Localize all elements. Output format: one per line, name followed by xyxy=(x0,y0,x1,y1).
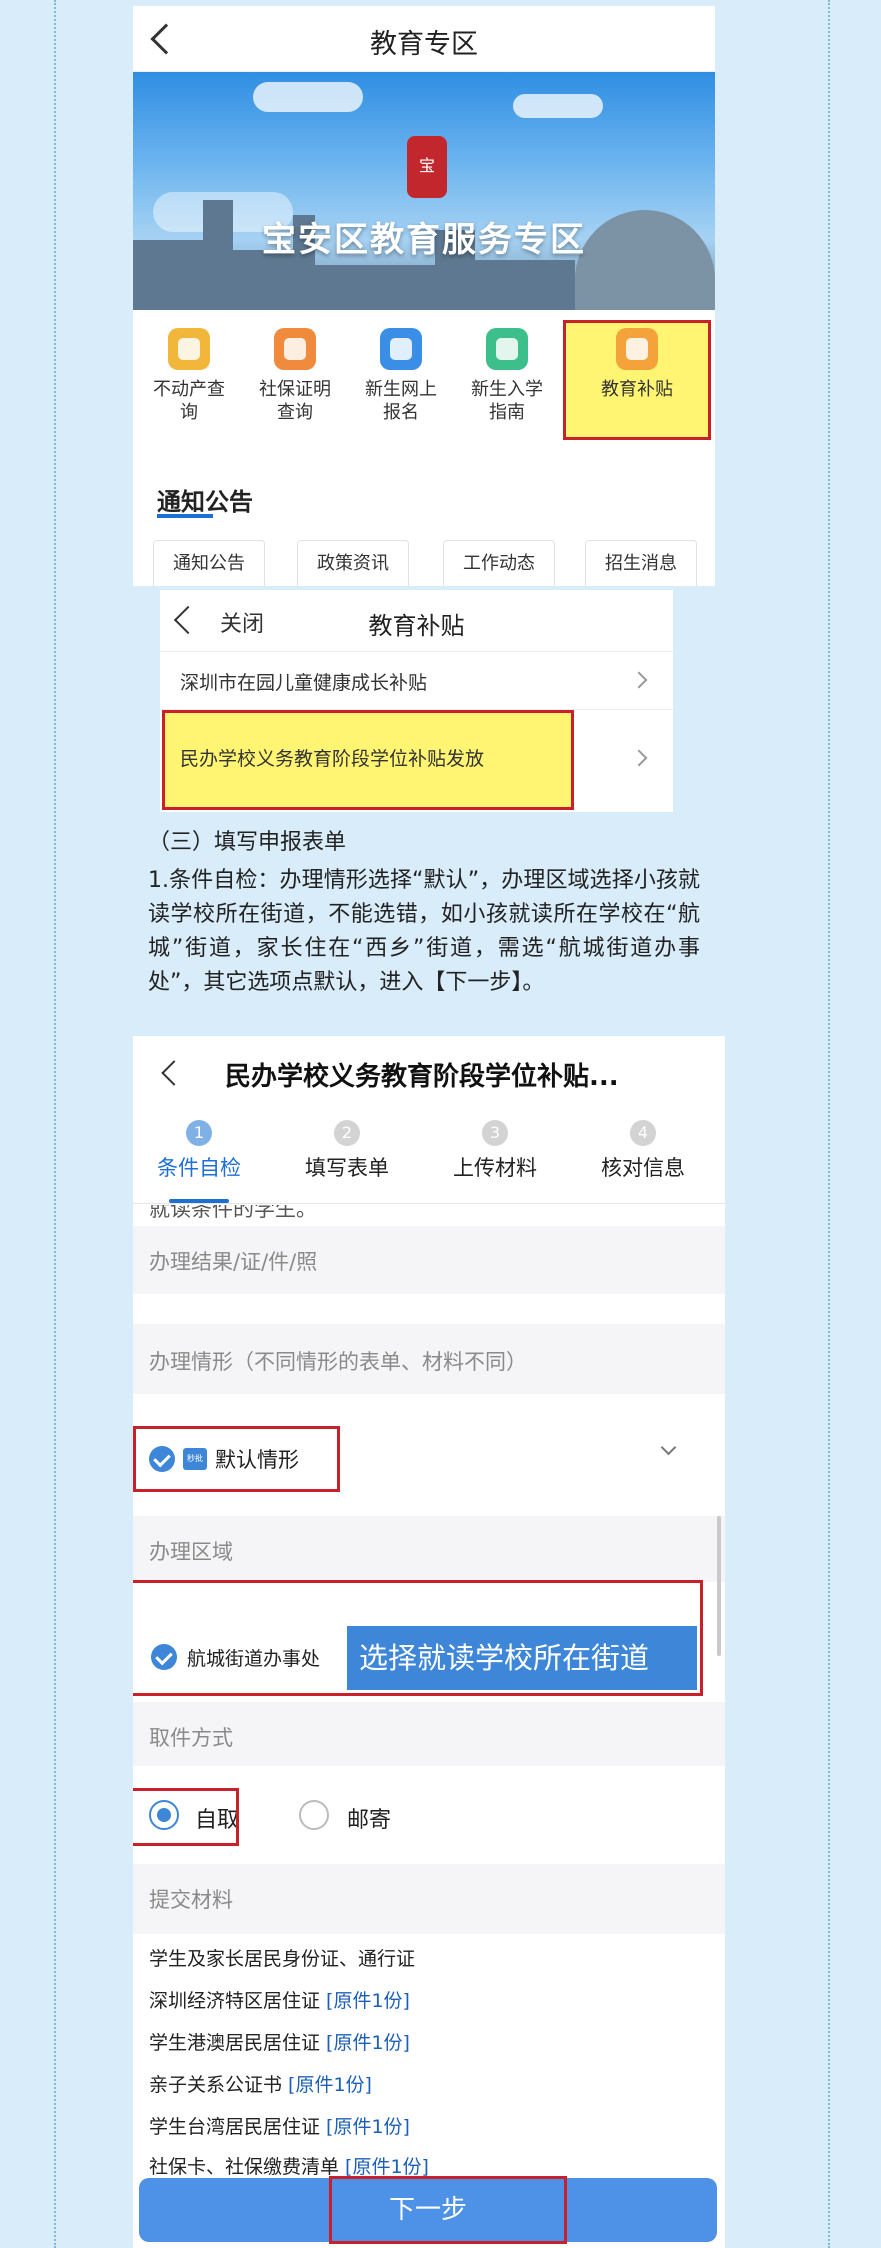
step-self-check[interactable]: 1 条件自检 xyxy=(133,1120,269,1182)
step-label: 填写表单 xyxy=(305,1156,389,1180)
area-label: 办理区域 xyxy=(149,1540,233,1564)
shortcut-label: 不动产查询 xyxy=(153,379,225,423)
highlight-box xyxy=(133,1788,239,1846)
step-number: 1 xyxy=(186,1120,212,1146)
page-title: 教育专区 xyxy=(370,29,478,60)
clipboard-icon xyxy=(486,328,528,370)
highlight-box xyxy=(133,1426,340,1492)
shortcut-enrollment-guide[interactable]: 新生入学 指南 xyxy=(457,328,557,424)
tab-work-news[interactable]: 工作动态 xyxy=(443,540,555,586)
back-icon[interactable] xyxy=(161,1060,187,1086)
notice-heading: 通知公告 xyxy=(157,488,253,516)
option-mail-label: 邮寄 xyxy=(347,1808,392,1833)
house-icon xyxy=(168,328,210,370)
clipped-text-row: 就读条件的学生。 xyxy=(133,1205,725,1223)
shortcut-social-security[interactable]: 社保证明 查询 xyxy=(245,328,345,424)
list-item-label: 民办学校义务教育阶段学位补贴发放 xyxy=(180,748,485,770)
shortcut-grid: 不动产查询 社保证明 查询 新生网上 报名 新生入学 指南 教育补贴 xyxy=(133,316,715,444)
instruction-body: 1.条件自检：办理情形选择“默认”，办理区域选择小孩就读学校所在街道，不能选错，… xyxy=(148,868,700,995)
building-shape xyxy=(475,260,575,310)
result-label: 办理结果/证/件/照 xyxy=(149,1250,318,1274)
list-item: 亲子关系公证书 [原件1份] xyxy=(149,2074,372,2096)
section-header: 提交材料 xyxy=(133,1864,725,1934)
shortcut-label: 新生入学 指南 xyxy=(471,379,543,423)
shortcut-online-registration[interactable]: 新生网上 报名 xyxy=(351,328,451,424)
list-item: 深圳经济特区居住证 [原件1份] xyxy=(149,1990,410,2012)
education-zone-screen: 教育专区 宝 宝安区教育服务专区 不动产查询 社保证明 查询 新生网上 报名 新… xyxy=(133,6,715,586)
shortcut-label: 新生网上 报名 xyxy=(365,379,437,423)
step-label: 上传材料 xyxy=(453,1156,537,1180)
subsidy-icon xyxy=(616,328,658,370)
situation-label: 办理情形（不同情形的表单、材料不同） xyxy=(149,1350,527,1374)
materials-label: 提交材料 xyxy=(149,1888,233,1912)
shortcut-label: 社保证明 查询 xyxy=(259,379,331,423)
step-verify[interactable]: 4 核对信息 xyxy=(573,1120,713,1182)
logo-seal: 宝 xyxy=(407,136,447,198)
instruction-heading: （三）填写申报表单 xyxy=(148,830,347,855)
application-form-screen: 民办学校义务教育阶段学位补贴... 1 条件自检 2 填写表单 3 上传材料 4… xyxy=(133,1036,725,2248)
shortcut-education-subsidy[interactable]: 教育补贴 xyxy=(587,328,687,401)
section-header: 办理情形（不同情形的表单、材料不同） xyxy=(133,1324,725,1394)
shortcut-label: 教育补贴 xyxy=(601,379,673,400)
nav-bar: 关闭 教育补贴 xyxy=(160,590,673,652)
pickup-label: 取件方式 xyxy=(149,1726,233,1750)
right-dotted-border xyxy=(828,0,830,2248)
highlight-box xyxy=(329,2176,567,2244)
section-header: 办理区域 xyxy=(133,1516,725,1582)
scrollbar[interactable] xyxy=(717,1516,721,1656)
list-item[interactable]: 深圳市在园儿童健康成长补贴 xyxy=(160,652,673,710)
tab-notices[interactable]: 通知公告 xyxy=(153,540,265,586)
user-card-icon xyxy=(380,328,422,370)
list-item: 学生台湾居民居住证 [原件1份] xyxy=(149,2116,410,2138)
materials-list: 学生及家长居民身份证、通行证 深圳经济特区居住证 [原件1份] 学生港澳居民居住… xyxy=(133,1934,725,2178)
step-upload[interactable]: 3 上传材料 xyxy=(425,1120,565,1182)
cloud-shape xyxy=(513,94,603,118)
nav-bar: 民办学校义务教育阶段学位补贴... xyxy=(133,1036,725,1112)
step-label: 条件自检 xyxy=(157,1156,241,1180)
section-header: 办理结果/证/件/照 xyxy=(133,1226,725,1294)
chevron-right-icon xyxy=(630,749,648,767)
radio-mail[interactable] xyxy=(299,1800,329,1830)
nav-bar: 教育专区 xyxy=(133,6,715,72)
page-title: 民办学校义务教育阶段学位补贴... xyxy=(225,1062,619,1092)
step-fill-form[interactable]: 2 填写表单 xyxy=(277,1120,417,1182)
subsidy-list-screen: 关闭 教育补贴 深圳市在园儿童健康成长补贴 民办学校义务教育阶段学位补贴发放 xyxy=(160,590,673,812)
notice-underline xyxy=(157,514,213,518)
step-indicator: 1 条件自检 2 填写表单 3 上传材料 4 核对信息 xyxy=(133,1112,725,1204)
spacer-row xyxy=(133,1294,725,1324)
chevron-right-icon xyxy=(630,671,648,689)
section-header: 取件方式 xyxy=(133,1702,725,1766)
shortcut-real-estate[interactable]: 不动产查询 xyxy=(139,328,239,424)
left-dotted-border xyxy=(54,0,56,2248)
clipped-text: 就读条件的学生。 xyxy=(149,1205,317,1221)
chevron-down-icon[interactable] xyxy=(660,1439,677,1456)
step-number: 2 xyxy=(334,1120,360,1146)
building-shape xyxy=(315,265,435,310)
step-number: 4 xyxy=(630,1120,656,1146)
list-item[interactable]: 民办学校义务教育阶段学位补贴发放 xyxy=(160,710,673,810)
tab-enrollment-news[interactable]: 招生消息 xyxy=(585,540,697,586)
page-title: 教育补贴 xyxy=(368,612,465,640)
list-item-label: 深圳市在园儿童健康成长补贴 xyxy=(180,672,428,694)
cloud-shape xyxy=(253,82,363,112)
list-item: 学生港澳居民居住证 [原件1份] xyxy=(149,2032,410,2054)
step-number: 3 xyxy=(482,1120,508,1146)
highlight-box xyxy=(133,1580,703,1696)
list-item: 社保卡、社保缴费清单 [原件1份] xyxy=(149,2156,429,2178)
tab-policy[interactable]: 政策资讯 xyxy=(297,540,409,586)
banner-title: 宝安区教育服务专区 xyxy=(262,220,586,260)
banner-image: 宝 宝安区教育服务专区 xyxy=(133,72,715,310)
step-label: 核对信息 xyxy=(601,1156,685,1180)
list-item: 学生及家长居民身份证、通行证 xyxy=(149,1948,416,1970)
shield-icon xyxy=(274,328,316,370)
instruction-text: （三）填写申报表单 1.条件自检：办理情形选择“默认”，办理区域选择小孩就读学校… xyxy=(148,826,700,1000)
active-step-underline xyxy=(169,1199,229,1203)
